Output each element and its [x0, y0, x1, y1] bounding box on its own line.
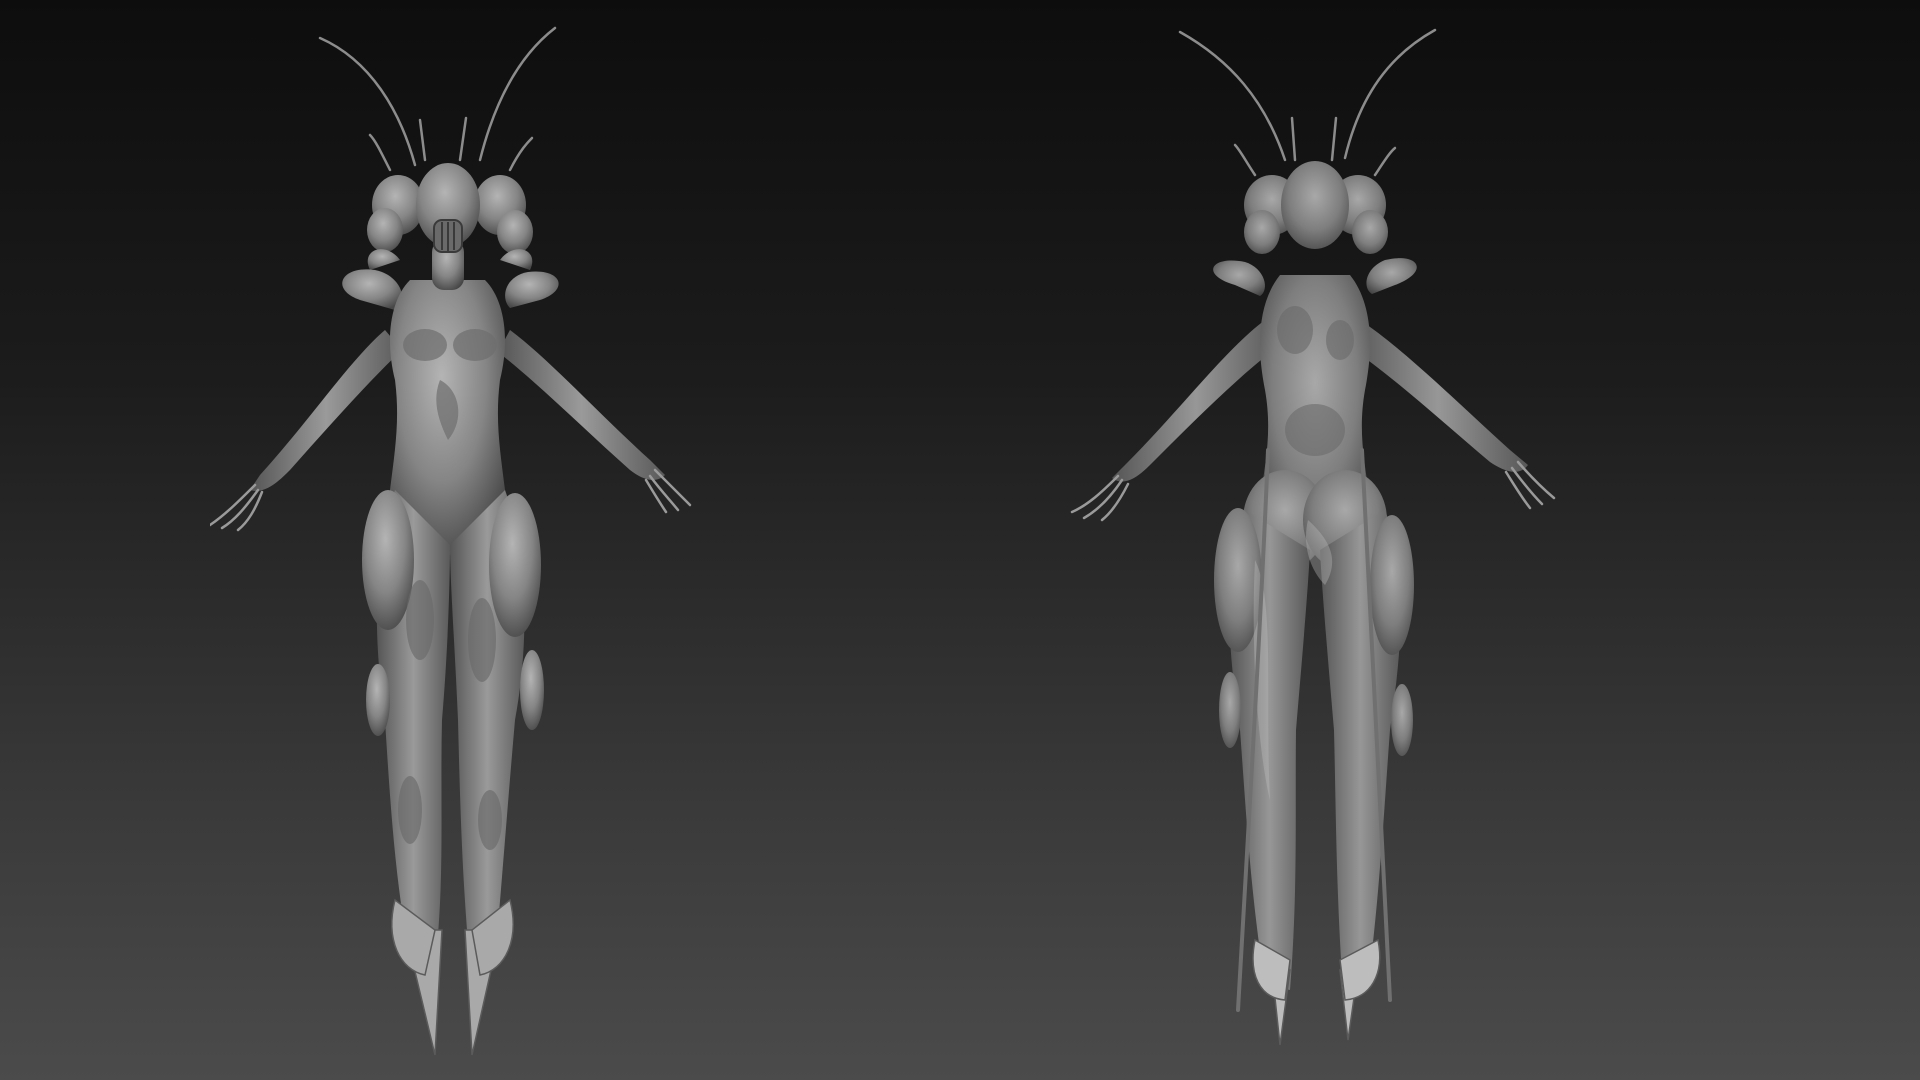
feet — [391, 898, 514, 1056]
sculpt-viewport[interactable] — [0, 0, 1920, 1080]
feet — [1252, 938, 1381, 1046]
head — [1281, 161, 1349, 249]
antennae — [1178, 28, 1437, 177]
front-view-figure — [210, 26, 692, 1056]
back-view-figure — [1070, 28, 1556, 1046]
antennae — [318, 26, 557, 172]
mouth-mask — [433, 219, 463, 253]
